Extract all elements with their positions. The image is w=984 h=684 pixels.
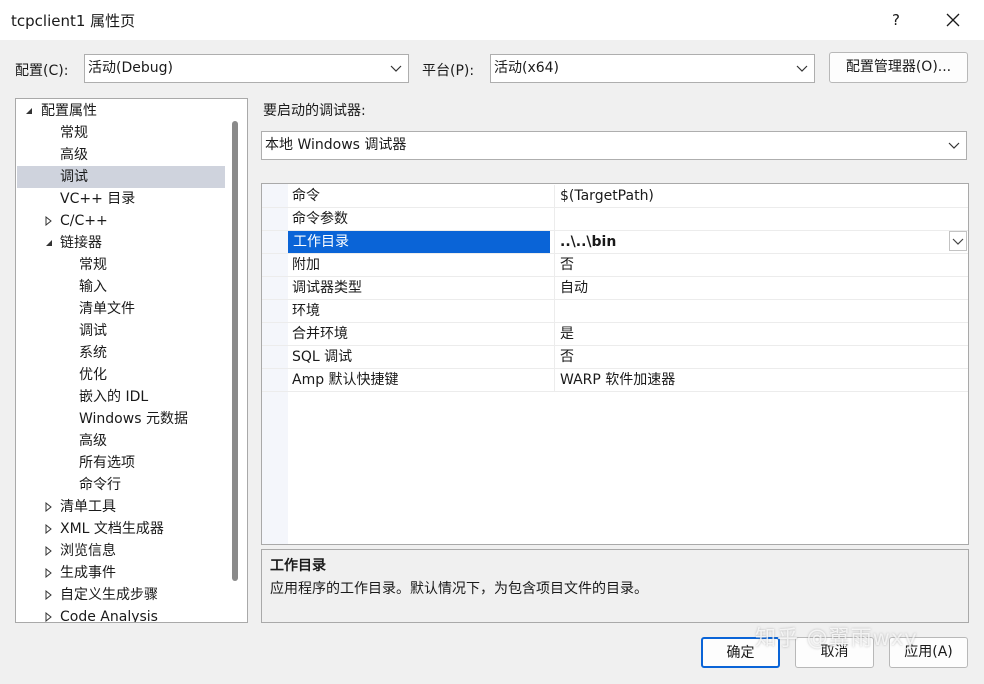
grid-row-environment[interactable]: 环境 — [262, 300, 968, 323]
tree-item-linker-optimization[interactable]: 优化 — [79, 364, 107, 386]
debugger-select[interactable]: 本地 Windows 调试器 — [261, 131, 967, 160]
tree-label: XML 文档生成器 — [60, 521, 164, 537]
description-text: 应用程序的工作目录。默认情况下，为包含项目文件的目录。 — [270, 581, 648, 597]
chevron-down-icon — [390, 65, 402, 72]
collapsed-triangle-icon — [45, 612, 52, 622]
window-title: tcpclient1 属性页 — [11, 12, 136, 30]
grid-value[interactable]: 否 — [554, 254, 968, 276]
value-dropdown-button[interactable] — [949, 231, 967, 251]
close-icon — [946, 13, 960, 27]
grid-value[interactable] — [554, 208, 968, 230]
close-button[interactable] — [938, 6, 968, 34]
platform-value: 活动(x64) — [494, 60, 560, 76]
chevron-down-icon — [796, 65, 808, 72]
grid-row-sql-debugging[interactable]: SQL 调试 否 — [262, 346, 968, 369]
chevron-down-icon — [952, 238, 964, 245]
description-title: 工作目录 — [270, 558, 326, 574]
collapsed-triangle-icon — [45, 568, 52, 578]
tree-item-linker-all-options[interactable]: 所有选项 — [79, 452, 135, 474]
chevron-down-icon — [948, 142, 960, 149]
tree-label: 清单工具 — [60, 499, 116, 515]
tree-item-general[interactable]: 常规 — [60, 122, 88, 144]
debugger-label: 要启动的调试器: — [263, 103, 366, 119]
tree-scrollbar[interactable] — [232, 121, 238, 581]
help-button[interactable]: ? — [882, 6, 910, 34]
config-value: 活动(Debug) — [88, 60, 173, 76]
tree-item-linker-system[interactable]: 系统 — [79, 342, 107, 364]
tree-label: 配置属性 — [41, 103, 97, 119]
grid-value[interactable]: WARP 软件加速器 — [554, 369, 968, 391]
grid-key: 命令参数 — [292, 211, 348, 227]
collapsed-triangle-icon — [45, 216, 52, 226]
tree-label: 链接器 — [60, 235, 102, 251]
grid-value[interactable]: ..\..\bin — [554, 231, 968, 253]
tree-label: 自定义生成步骤 — [60, 587, 158, 603]
grid-key: 合并环境 — [292, 326, 348, 342]
tree-item-advanced[interactable]: 高级 — [60, 144, 88, 166]
tree-item-linker-general[interactable]: 常规 — [79, 254, 107, 276]
grid-key: Amp 默认快捷键 — [292, 372, 399, 388]
tree-label: 生成事件 — [60, 565, 116, 581]
grid-row-amp-accelerator[interactable]: Amp 默认快捷键 WARP 软件加速器 — [262, 369, 968, 392]
platform-label: 平台(P): — [422, 63, 475, 79]
watermark-text: 知乎 @翼雨wxy — [755, 626, 918, 650]
tree-label: 浏览信息 — [60, 543, 116, 559]
tree-item-linker-command-line[interactable]: 命令行 — [79, 474, 121, 496]
tree-item-linker-windows-metadata[interactable]: Windows 元数据 — [79, 408, 188, 430]
tree-item-linker-embedded-idl[interactable]: 嵌入的 IDL — [79, 386, 148, 408]
collapsed-triangle-icon — [45, 502, 52, 512]
grid-row-working-directory[interactable]: 工作目录 ..\..\bin — [262, 231, 968, 254]
tree-item-linker-input[interactable]: 输入 — [79, 276, 107, 298]
tree-item-vc-directories[interactable]: VC++ 目录 — [60, 188, 135, 210]
grid-key: 调试器类型 — [292, 280, 362, 296]
property-tree: 配置属性 常规 高级 调试 VC++ 目录 C/C++ 链接器 常规 输入 清单… — [15, 98, 248, 623]
title-bar: tcpclient1 属性页 ? — [0, 0, 984, 40]
config-manager-button[interactable]: 配置管理器(O)... — [829, 52, 968, 83]
debugger-value: 本地 Windows 调试器 — [265, 137, 407, 153]
grid-key: 环境 — [292, 303, 320, 319]
tree-label: 调试 — [60, 169, 88, 185]
collapsed-triangle-icon — [45, 590, 52, 600]
expanded-triangle-icon — [26, 108, 32, 114]
grid-key: 工作目录 — [288, 231, 550, 253]
tree-label: C/C++ — [60, 213, 108, 229]
grid-value[interactable] — [554, 300, 968, 322]
grid-key: 命令 — [292, 188, 320, 204]
working-directory-value: ..\..\bin — [560, 234, 617, 250]
grid-value[interactable]: 自动 — [554, 277, 968, 299]
grid-row-command-arguments[interactable]: 命令参数 — [262, 208, 968, 231]
grid-value[interactable]: 否 — [554, 346, 968, 368]
expanded-triangle-icon — [46, 240, 52, 246]
grid-row-merge-environment[interactable]: 合并环境 是 — [262, 323, 968, 346]
config-select[interactable]: 活动(Debug) — [84, 54, 409, 83]
tree-item-linker-advanced[interactable]: 高级 — [79, 430, 107, 452]
grid-row-attach[interactable]: 附加 否 — [262, 254, 968, 277]
grid-row-debugger-type[interactable]: 调试器类型 自动 — [262, 277, 968, 300]
tree-item-linker-debugging[interactable]: 调试 — [79, 320, 107, 342]
grid-value[interactable]: $(TargetPath) — [554, 185, 968, 207]
grid-row-command[interactable]: 命令 $(TargetPath) — [262, 185, 968, 208]
grid-key: SQL 调试 — [292, 349, 353, 365]
tree-item-debugging[interactable]: 调试 — [17, 166, 225, 188]
tree-label: Code Analysis — [60, 609, 158, 623]
collapsed-triangle-icon — [45, 546, 52, 556]
collapsed-triangle-icon — [45, 524, 52, 534]
grid-value[interactable]: 是 — [554, 323, 968, 345]
platform-select[interactable]: 活动(x64) — [490, 54, 815, 83]
grid-key: 附加 — [292, 257, 320, 273]
property-grid: 命令 $(TargetPath) 命令参数 工作目录 ..\..\bin 附加 … — [261, 183, 969, 545]
tree-item-linker-manifest[interactable]: 清单文件 — [79, 298, 135, 320]
config-label: 配置(C): — [15, 63, 69, 79]
description-panel: 工作目录 应用程序的工作目录。默认情况下，为包含项目文件的目录。 — [261, 549, 969, 623]
